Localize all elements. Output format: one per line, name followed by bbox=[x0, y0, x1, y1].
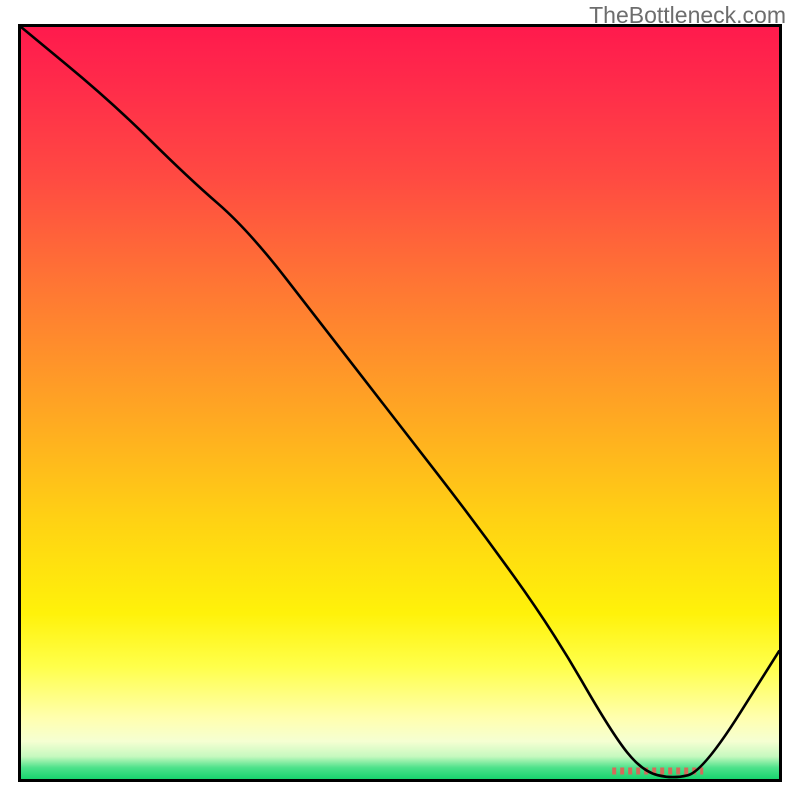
curve-layer bbox=[21, 27, 779, 779]
chart-container: TheBottleneck.com bbox=[0, 0, 800, 800]
plot-area bbox=[18, 24, 782, 782]
bottleneck-curve bbox=[21, 27, 779, 777]
